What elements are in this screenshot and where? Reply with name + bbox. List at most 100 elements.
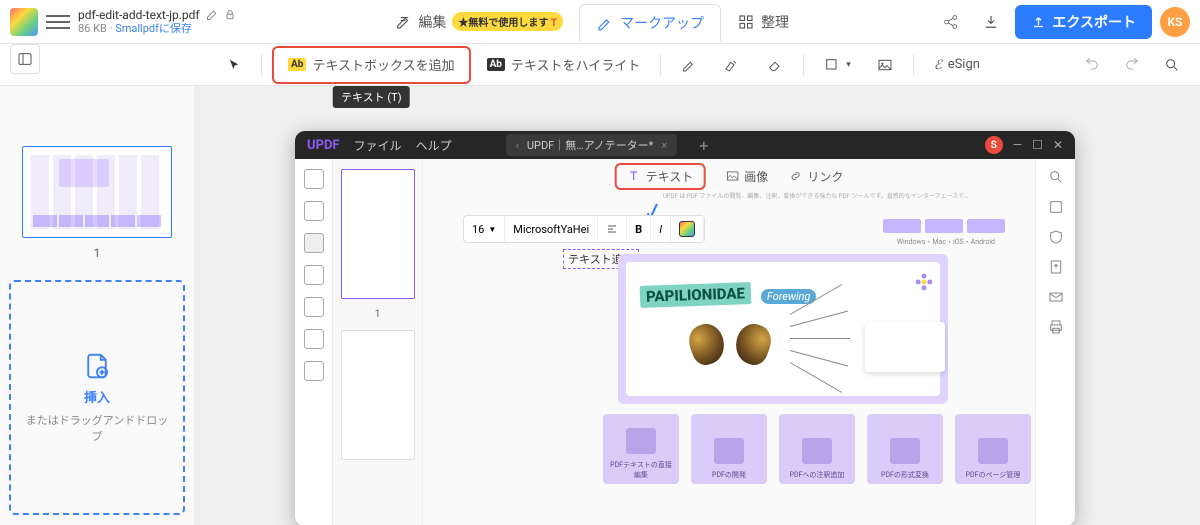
esign-button[interactable]: ℰeSign: [924, 50, 990, 80]
upload-icon: [1031, 14, 1046, 29]
side-card: [865, 322, 945, 372]
papilio-label: PAPILIONIDAE: [640, 282, 752, 308]
font-toolbar: 16 ▼ MicrosoftYaHei B I: [463, 215, 705, 243]
protect-icon[interactable]: [1048, 229, 1064, 245]
mail-icon[interactable]: [1048, 289, 1064, 305]
tab-edit-label: 編集: [418, 12, 446, 32]
tab-markup-label: マークアップ: [620, 13, 704, 33]
close-window-icon[interactable]: ✕: [1053, 138, 1063, 152]
document-canvas: UPDF ファイル ヘルプ ‹UPDF｜無…アノテーター*× + S — ☐ ✕: [195, 86, 1200, 525]
eraser-tool[interactable]: [757, 50, 793, 80]
font-size-select[interactable]: 16 ▼: [464, 216, 505, 242]
feature-cards: PDFテキストの直接編集 PDFの開発 PDFへの注釈追加 PDFの形式変換 P…: [603, 414, 1031, 484]
edit-icon[interactable]: [206, 9, 218, 21]
updf-tool-4[interactable]: [304, 265, 324, 285]
updf-text-tool[interactable]: テキスト: [615, 163, 706, 190]
tab-organize-label: 整理: [761, 12, 789, 32]
user-avatar[interactable]: KS: [1160, 7, 1190, 37]
shape-tool[interactable]: ▾: [814, 50, 861, 80]
highlight-text-label: テキストをハイライト: [511, 55, 640, 74]
share-button[interactable]: [935, 6, 967, 38]
new-tab-button[interactable]: +: [699, 136, 708, 155]
updf-tool-5[interactable]: [304, 297, 324, 317]
text-edit-icon: [394, 13, 412, 31]
align-button[interactable]: [598, 216, 627, 242]
app-logo: [10, 8, 38, 36]
font-family-select[interactable]: MicrosoftYaHei: [505, 216, 598, 242]
download-button[interactable]: [975, 6, 1007, 38]
card-5[interactable]: PDFのページ管理: [955, 414, 1031, 484]
updf-thumb-2[interactable]: [341, 330, 415, 460]
highlight-text-button[interactable]: Ab テキストをハイライト: [477, 50, 651, 80]
print-icon[interactable]: [1048, 319, 1064, 335]
updf-right-toolbar: [1035, 159, 1075, 525]
updf-tool-6[interactable]: [304, 329, 324, 349]
file-add-icon: [82, 351, 112, 381]
card-3[interactable]: PDFへの注釈追加: [779, 414, 855, 484]
card-1[interactable]: PDFテキストの直接編集: [603, 414, 679, 484]
updf-avatar[interactable]: S: [985, 136, 1003, 154]
updf-document-tab[interactable]: ‹UPDF｜無…アノテーター*×: [506, 134, 678, 156]
search-button[interactable]: [1154, 50, 1190, 80]
tab-markup[interactable]: マークアップ: [579, 4, 721, 42]
updf-page-area: テキスト 画像 リンク ↙ UPDF は P: [423, 159, 1035, 525]
card-2[interactable]: PDFの開発: [691, 414, 767, 484]
image-tool[interactable]: [867, 50, 903, 80]
updf-thumb-num: 1: [375, 309, 381, 320]
esign-label: eSign: [948, 57, 980, 72]
cursor-tool[interactable]: [217, 50, 251, 80]
tab-edit[interactable]: 編集 ★無料で使用します T: [378, 3, 579, 41]
close-icon[interactable]: ×: [661, 139, 667, 152]
export-label: エクスポート: [1052, 12, 1136, 32]
page-thumbnail[interactable]: [22, 146, 172, 238]
undo-button[interactable]: [1074, 50, 1110, 80]
maximize-icon[interactable]: ☐: [1032, 138, 1043, 152]
updf-tool-7[interactable]: [304, 361, 324, 381]
updf-menu-help[interactable]: ヘルプ: [416, 137, 452, 154]
updf-thumb-1[interactable]: [341, 169, 415, 299]
updf-image-tool[interactable]: 画像: [725, 168, 768, 185]
bold-button[interactable]: B: [627, 216, 651, 242]
minimize-icon[interactable]: —: [1013, 138, 1022, 152]
page-number: 1: [94, 246, 101, 260]
free-badge: ★無料で使用します T: [452, 12, 563, 31]
tab-organize[interactable]: 整理: [721, 3, 805, 41]
tooltip: テキスト (T): [333, 86, 410, 108]
card-4[interactable]: PDFの形式変換: [867, 414, 943, 484]
color-button[interactable]: [671, 216, 704, 242]
updf-link-tool[interactable]: リンク: [788, 168, 843, 185]
sidebar-toggle[interactable]: [10, 44, 40, 74]
organize-icon: [737, 13, 755, 31]
highlighter-tool[interactable]: [713, 50, 751, 80]
updf-tool-1[interactable]: [304, 169, 324, 189]
italic-button[interactable]: I: [651, 216, 671, 242]
file-name: pdf-edit-add-text-jp.pdf: [78, 8, 200, 22]
updf-tool-2[interactable]: [304, 201, 324, 221]
markup-icon: [596, 14, 614, 32]
file-size: 86 KB: [78, 22, 107, 35]
pen-tool[interactable]: [671, 50, 707, 80]
updf-menu-file[interactable]: ファイル: [354, 137, 402, 154]
file-info: pdf-edit-add-text-jp.pdf 86 KB · Smallpd…: [78, 8, 248, 36]
updf-body-text: UPDF は PDF ファイルの閲覧、編集、注釈、変換ができる強力な PDF ツ…: [663, 193, 1005, 201]
lock-icon: [224, 9, 236, 21]
add-textbox-label: テキストボックスを追加: [312, 55, 454, 74]
add-textbox-button[interactable]: Ab テキストボックスを追加: [278, 50, 465, 80]
save-link[interactable]: Smallpdfに保存: [115, 22, 192, 35]
platforms-text: Windows・Mac・iOS・Android: [897, 237, 995, 247]
embedded-screenshot: PAPILIONIDAE Forewing: [618, 254, 948, 404]
butterfly-image: [690, 324, 770, 374]
search-icon[interactable]: [1048, 169, 1064, 185]
insert-dropzone[interactable]: 挿入 またはドラッグアンドドロップ: [9, 280, 185, 515]
flower-icon: [914, 272, 934, 292]
insert-title: 挿入: [84, 387, 110, 406]
updf-window: UPDF ファイル ヘルプ ‹UPDF｜無…アノテーター*× + S — ☐ ✕: [295, 131, 1075, 525]
updf-thumbnails: 1: [333, 159, 423, 525]
ocr-icon[interactable]: [1048, 199, 1064, 215]
share-doc-icon[interactable]: [1048, 259, 1064, 275]
export-button[interactable]: エクスポート: [1015, 5, 1152, 39]
menu-toggle[interactable]: [46, 10, 70, 34]
purple-tags: [883, 219, 1005, 233]
redo-button[interactable]: [1114, 50, 1150, 80]
updf-tool-3[interactable]: [304, 233, 324, 253]
